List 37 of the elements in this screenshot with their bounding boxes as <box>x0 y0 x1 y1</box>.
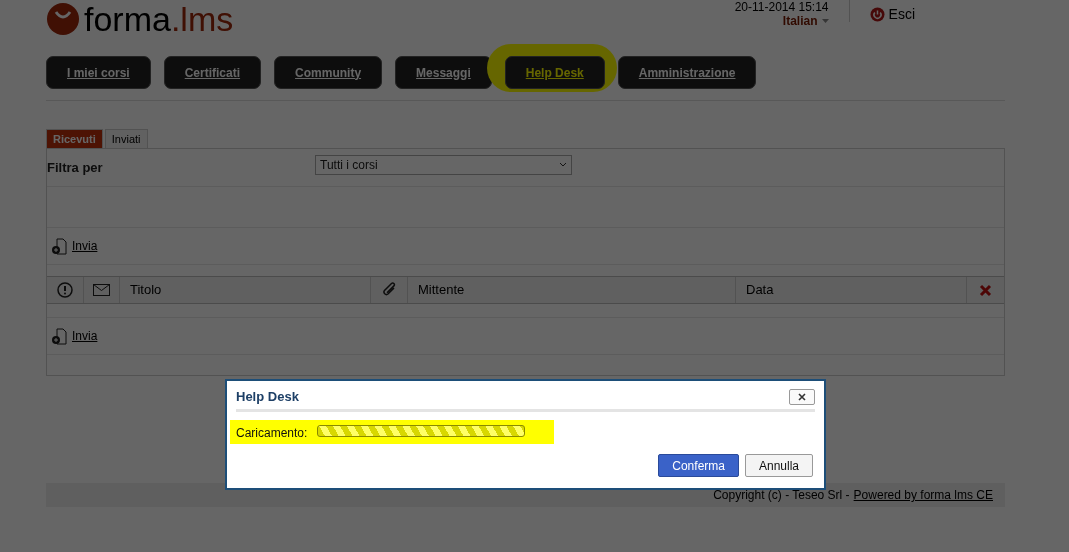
column-header[interactable]: Titolo <box>130 280 162 300</box>
logo-text: forma.lms <box>84 2 234 36</box>
course-dropdown[interactable]: Tutti i corsi <box>315 154 572 175</box>
logo-icon <box>46 2 80 36</box>
nav-tab[interactable]: I miei corsi <box>46 56 151 89</box>
nav-tab[interactable]: Help Desk <box>504 56 605 89</box>
date-time-text: 20-11-2014 15:14 <box>734 0 829 14</box>
add-document-icon <box>51 327 68 345</box>
column-header[interactable]: Data <box>746 280 774 300</box>
caret-icon <box>821 19 829 23</box>
send-link[interactable]: Invia <box>72 327 98 345</box>
power-icon <box>869 7 885 22</box>
nav-tab[interactable]: Certificati <box>163 56 262 89</box>
column-header[interactable]: Mittente <box>418 280 465 300</box>
footer-link[interactable]: Powered by forma lms CE <box>853 486 993 504</box>
chevron-down-icon <box>559 162 567 167</box>
cancel-button[interactable]: Annulla <box>744 454 813 477</box>
send-link[interactable]: Invia <box>72 237 98 255</box>
dialog-title: Help Desk <box>236 387 299 406</box>
add-document-icon <box>51 237 68 255</box>
envelope-icon <box>93 284 110 296</box>
nav-tab[interactable]: Amministrazione <box>617 56 757 89</box>
confirm-button[interactable]: Conferma <box>658 454 739 477</box>
delete-icon[interactable] <box>979 283 992 297</box>
loading-label: Caricamento: <box>236 425 308 442</box>
language-dropdown[interactable]: Italian <box>782 14 829 28</box>
nav-tab[interactable]: Community <box>274 56 383 89</box>
copyright-text: Copyright (c) - Teseo Srl - <box>713 487 850 504</box>
exclamation-icon <box>57 282 73 298</box>
nav-tab[interactable]: Messaggi <box>395 56 492 89</box>
paperclip-icon <box>381 282 397 298</box>
filter-label: Filtra per <box>47 158 104 177</box>
close-button[interactable] <box>789 388 815 405</box>
folder-tab[interactable]: Inviati <box>104 129 148 148</box>
logout-link[interactable]: Esci <box>869 4 915 25</box>
folder-tab[interactable]: Ricevuti <box>46 129 103 148</box>
close-icon <box>798 392 806 401</box>
